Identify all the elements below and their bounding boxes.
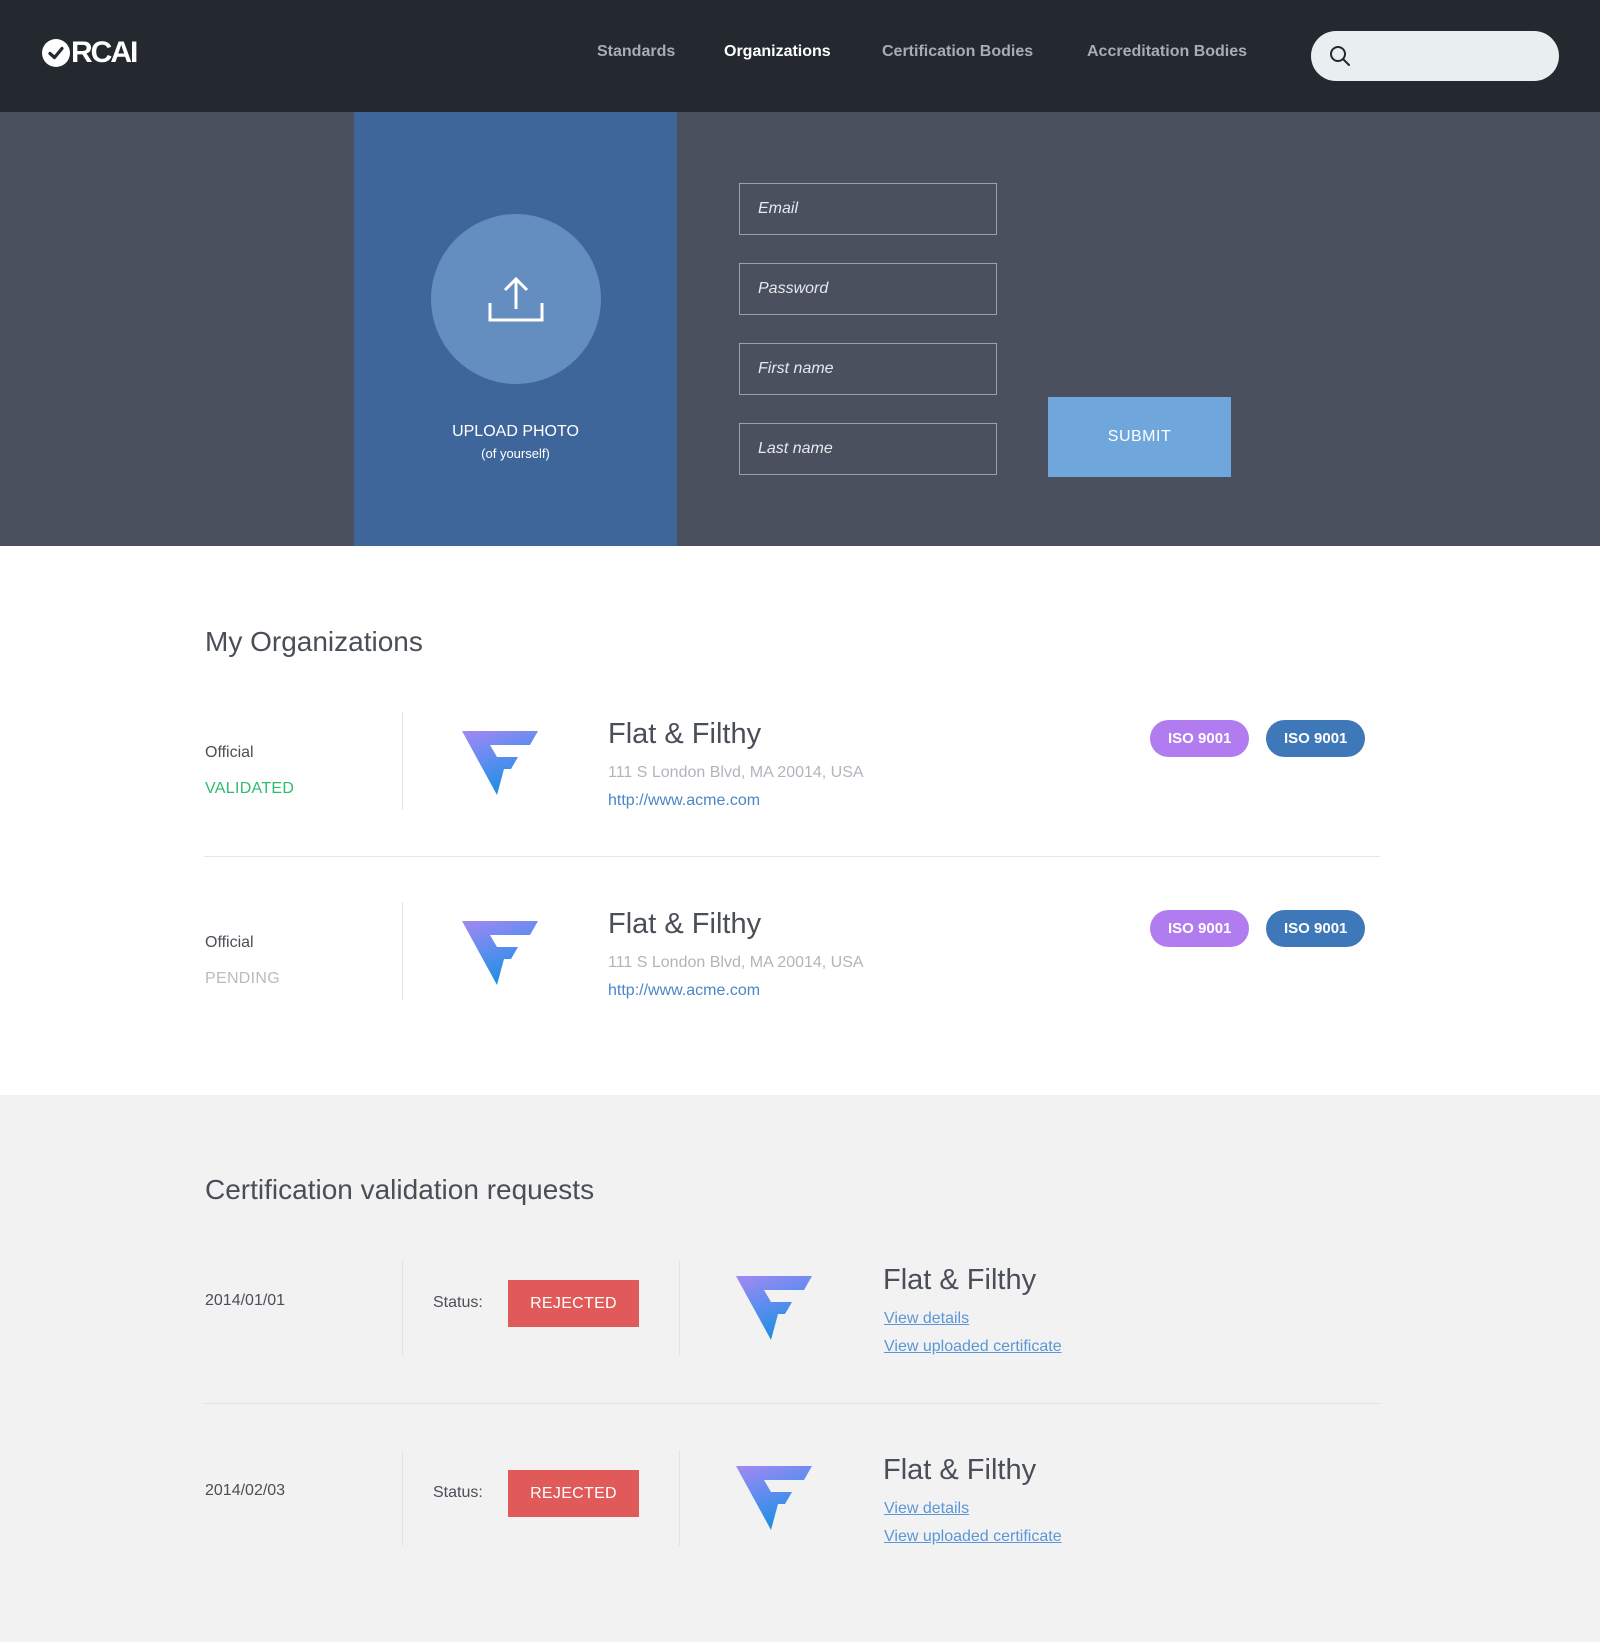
request-date: 2014/01/01 — [205, 1292, 286, 1309]
email-field[interactable] — [739, 183, 997, 235]
upload-photo-button[interactable] — [431, 214, 601, 384]
iso-tag[interactable]: ISO 9001 — [1150, 720, 1250, 757]
upload-photo-title: UPLOAD PHOTO — [452, 423, 579, 440]
org-logo-icon — [736, 1276, 812, 1340]
organization-row: Official PENDING Flat & Filthy 111 S Lon… — [0, 902, 1600, 1022]
nav-organizations[interactable]: Organizations — [724, 43, 831, 61]
divider — [402, 1260, 403, 1356]
upload-photo-subtitle: (of yourself) — [481, 446, 550, 461]
logo[interactable]: RCAI — [42, 36, 138, 69]
org-status: PENDING — [205, 970, 280, 987]
status-label: Status: — [433, 1294, 483, 1311]
my-organizations-section: My Organizations Official VALIDATED Flat… — [0, 546, 1600, 1095]
check-circle-icon — [42, 39, 70, 67]
iso-tag[interactable]: ISO 9001 — [1266, 910, 1366, 947]
request-row: 2014/01/01 Status: REJECTED Flat & Filth… — [0, 1260, 1600, 1380]
section-title: Certification validation requests — [205, 1174, 595, 1205]
search-input[interactable] — [1311, 31, 1559, 81]
upload-photo-panel[interactable]: UPLOAD PHOTO (of yourself) — [354, 112, 677, 546]
org-address: 111 S London Blvd, MA 20014, USA — [608, 954, 864, 971]
org-name[interactable]: Flat & Filthy — [608, 908, 761, 941]
org-type: Official — [205, 934, 254, 951]
divider — [679, 1450, 680, 1546]
request-row: 2014/02/03 Status: REJECTED Flat & Filth… — [0, 1450, 1600, 1570]
org-website-link[interactable]: http://www.acme.com — [608, 982, 760, 1000]
org-type: Official — [205, 744, 254, 761]
iso-tag[interactable]: ISO 9001 — [1150, 910, 1250, 947]
organization-row: Official VALIDATED Flat & Filthy 111 S L… — [0, 712, 1600, 832]
view-certificate-link[interactable]: View uploaded certificate — [884, 1338, 1062, 1356]
org-status: VALIDATED — [205, 780, 295, 797]
upload-icon — [488, 276, 544, 322]
submit-button[interactable]: SUBMIT — [1048, 397, 1231, 477]
nav-certification-bodies[interactable]: Certification Bodies — [882, 43, 1033, 61]
row-divider — [204, 856, 1380, 857]
view-details-link[interactable]: View details — [884, 1500, 969, 1518]
divider — [402, 712, 403, 810]
logo-text: RCAI — [71, 36, 138, 69]
divider — [402, 902, 403, 1000]
divider — [402, 1450, 403, 1546]
nav-accreditation-bodies[interactable]: Accreditation Bodies — [1087, 43, 1247, 61]
iso-tag[interactable]: ISO 9001 — [1266, 720, 1366, 757]
profile-hero: UPLOAD PHOTO (of yourself) SUBMIT — [0, 112, 1600, 546]
org-website-link[interactable]: http://www.acme.com — [608, 792, 760, 810]
first-name-field[interactable] — [739, 343, 997, 395]
divider — [679, 1260, 680, 1356]
org-name[interactable]: Flat & Filthy — [883, 1264, 1036, 1297]
org-logo-icon — [462, 921, 538, 985]
status-badge: REJECTED — [508, 1280, 639, 1327]
top-nav: RCAI Standards Organizations Certificati… — [0, 0, 1600, 112]
search-icon — [1330, 46, 1350, 66]
row-divider — [204, 1403, 1380, 1404]
org-logo-icon — [736, 1466, 812, 1530]
view-details-link[interactable]: View details — [884, 1310, 969, 1328]
org-address: 111 S London Blvd, MA 20014, USA — [608, 764, 864, 781]
view-certificate-link[interactable]: View uploaded certificate — [884, 1528, 1062, 1546]
nav-standards[interactable]: Standards — [597, 43, 675, 61]
status-badge: REJECTED — [508, 1470, 639, 1517]
status-label: Status: — [433, 1484, 483, 1501]
org-name[interactable]: Flat & Filthy — [883, 1454, 1036, 1487]
org-name[interactable]: Flat & Filthy — [608, 718, 761, 751]
request-date: 2014/02/03 — [205, 1482, 286, 1499]
last-name-field[interactable] — [739, 423, 997, 475]
password-field[interactable] — [739, 263, 997, 315]
section-title: My Organizations — [205, 626, 423, 657]
org-logo-icon — [462, 731, 538, 795]
